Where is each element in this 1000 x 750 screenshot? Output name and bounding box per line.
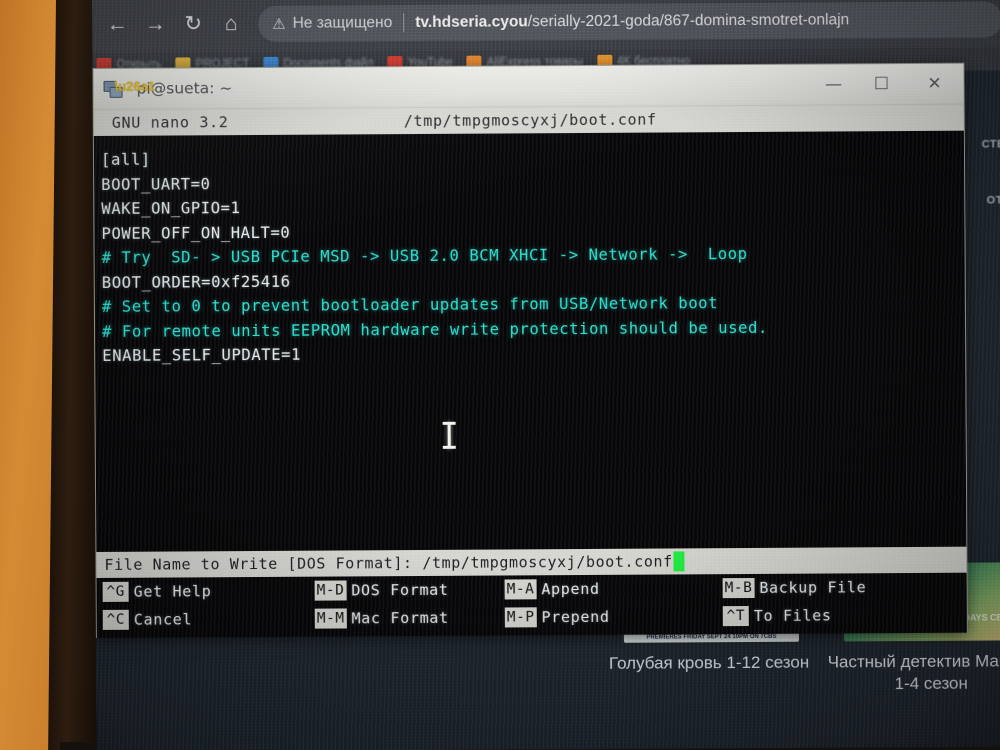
browser-toolbar: ← → ↻ ⌂ ⚠ Не защищено tv.hdseria.cyou/se… [92,0,1000,53]
text-cursor [673,551,685,572]
shortcut-label: DOS Format [351,580,449,600]
url-path: /serially-2021-goda/867-domina-smotret-o… [527,10,850,30]
shortcut-item[interactable]: M-D DOS Format [314,577,505,602]
shortcut-item[interactable]: ^C Cancel [102,607,315,632]
minimize-button[interactable]: — [809,64,857,105]
shortcut-label: To Files [753,606,832,625]
shortcut-item[interactable]: ^T To Files [722,603,943,628]
shortcut-key: M-B [722,577,755,599]
page-side-fragment: СТЕ [981,138,1000,151]
shortcut-column: ^G Get Help ^C Cancel [102,579,315,638]
shortcut-item[interactable]: M-A Append [504,576,723,601]
window-titlebar[interactable]: \u26a1 pi@sueta: ~ — ☐ ✕ [93,63,964,110]
close-button[interactable]: ✕ [905,63,963,104]
editor-line: ENABLE_SELF_UPDATE=1 [102,345,302,365]
maximize-button[interactable]: ☐ [857,64,905,105]
not-secure-label: Не защищено [292,13,393,32]
nano-filename: /tmp/tmpgmoscyxj/boot.conf [403,110,657,131]
lightning-bolt-icon: \u26a1 [114,78,156,94]
nano-shortcut-bar: ^G Get Help ^C Cancel M-D DOS Format M-M… [96,572,967,638]
window-title: pi@sueta: ~ [136,79,233,98]
nano-version: GNU nano 3.2 [111,113,229,132]
shortcut-key: M-M [314,608,347,629]
page-side-fragment: ОТ. [986,194,1000,207]
shortcut-key: ^G [102,581,129,602]
mouse-text-cursor-icon [447,421,451,449]
shortcut-column: M-A Append M-P Prepend [504,576,723,635]
monitor-screen: ← → ↻ ⌂ ⚠ Не защищено tv.hdseria.cyou/se… [92,0,1000,750]
shortcut-item[interactable]: M-M Mac Format [314,605,505,630]
shortcut-key: M-P [504,607,537,628]
shortcut-key: ^C [102,609,129,630]
window-controls: — ☐ ✕ [809,63,963,105]
page-thumbnail-title[interactable]: Частный детектив Магнум 1-4 сезон [826,650,1000,695]
shortcut-label: Backup File [759,578,867,597]
shortcut-item[interactable]: ^G Get Help [102,579,315,604]
shortcut-label: Append [541,579,600,599]
putty-terminal-window: \u26a1 pi@sueta: ~ — ☐ ✕ GNU nano 3.2 /t… [92,62,968,638]
forward-icon[interactable]: → [136,5,174,43]
url-domain: tv.hdseria.cyou [415,12,528,31]
photo-of-screen-scene: ← → ↻ ⌂ ⚠ Не защищено tv.hdseria.cyou/se… [0,0,1000,750]
back-icon[interactable]: ← [98,5,136,43]
shortcut-column: M-B Backup File ^T To Files [722,575,943,634]
shortcut-label: Get Help [133,582,212,601]
shortcut-column: M-D DOS Format M-M Mac Format [314,577,505,636]
page-thumbnail-title[interactable]: Голубая кровь 1-12 сезон [604,652,814,675]
shortcut-key: ^T [722,605,749,627]
nano-prompt-text: File Name to Write [DOS Format]: /tmp/tm… [104,552,673,574]
nano-text-area[interactable]: [all] BOOT_UART=0 WAKE_ON_GPIO=1 POWER_O… [93,130,967,552]
shortcut-label: Cancel [133,610,193,629]
reload-icon[interactable]: ↻ [174,5,212,43]
shortcut-label: Mac Format [351,608,449,628]
shortcut-label: Prepend [541,607,610,627]
shortcut-item[interactable]: M-P Prepend [504,604,723,629]
shortcut-item[interactable]: M-B Backup File [722,575,943,600]
not-secure-warning-icon: ⚠ [272,15,286,33]
nano-editor: GNU nano 3.2 /tmp/tmpgmoscyxj/boot.conf … [93,104,967,638]
home-icon[interactable]: ⌂ [212,5,250,43]
address-bar[interactable]: ⚠ Не защищено tv.hdseria.cyou/serially-2… [258,0,1000,42]
putty-icon: \u26a1 [103,79,155,99]
url-text: tv.hdseria.cyou/serially-2021-goda/867-d… [415,11,849,32]
omnibox-divider [403,13,405,33]
shortcut-key: M-A [504,579,537,600]
shortcut-key: M-D [314,580,347,601]
